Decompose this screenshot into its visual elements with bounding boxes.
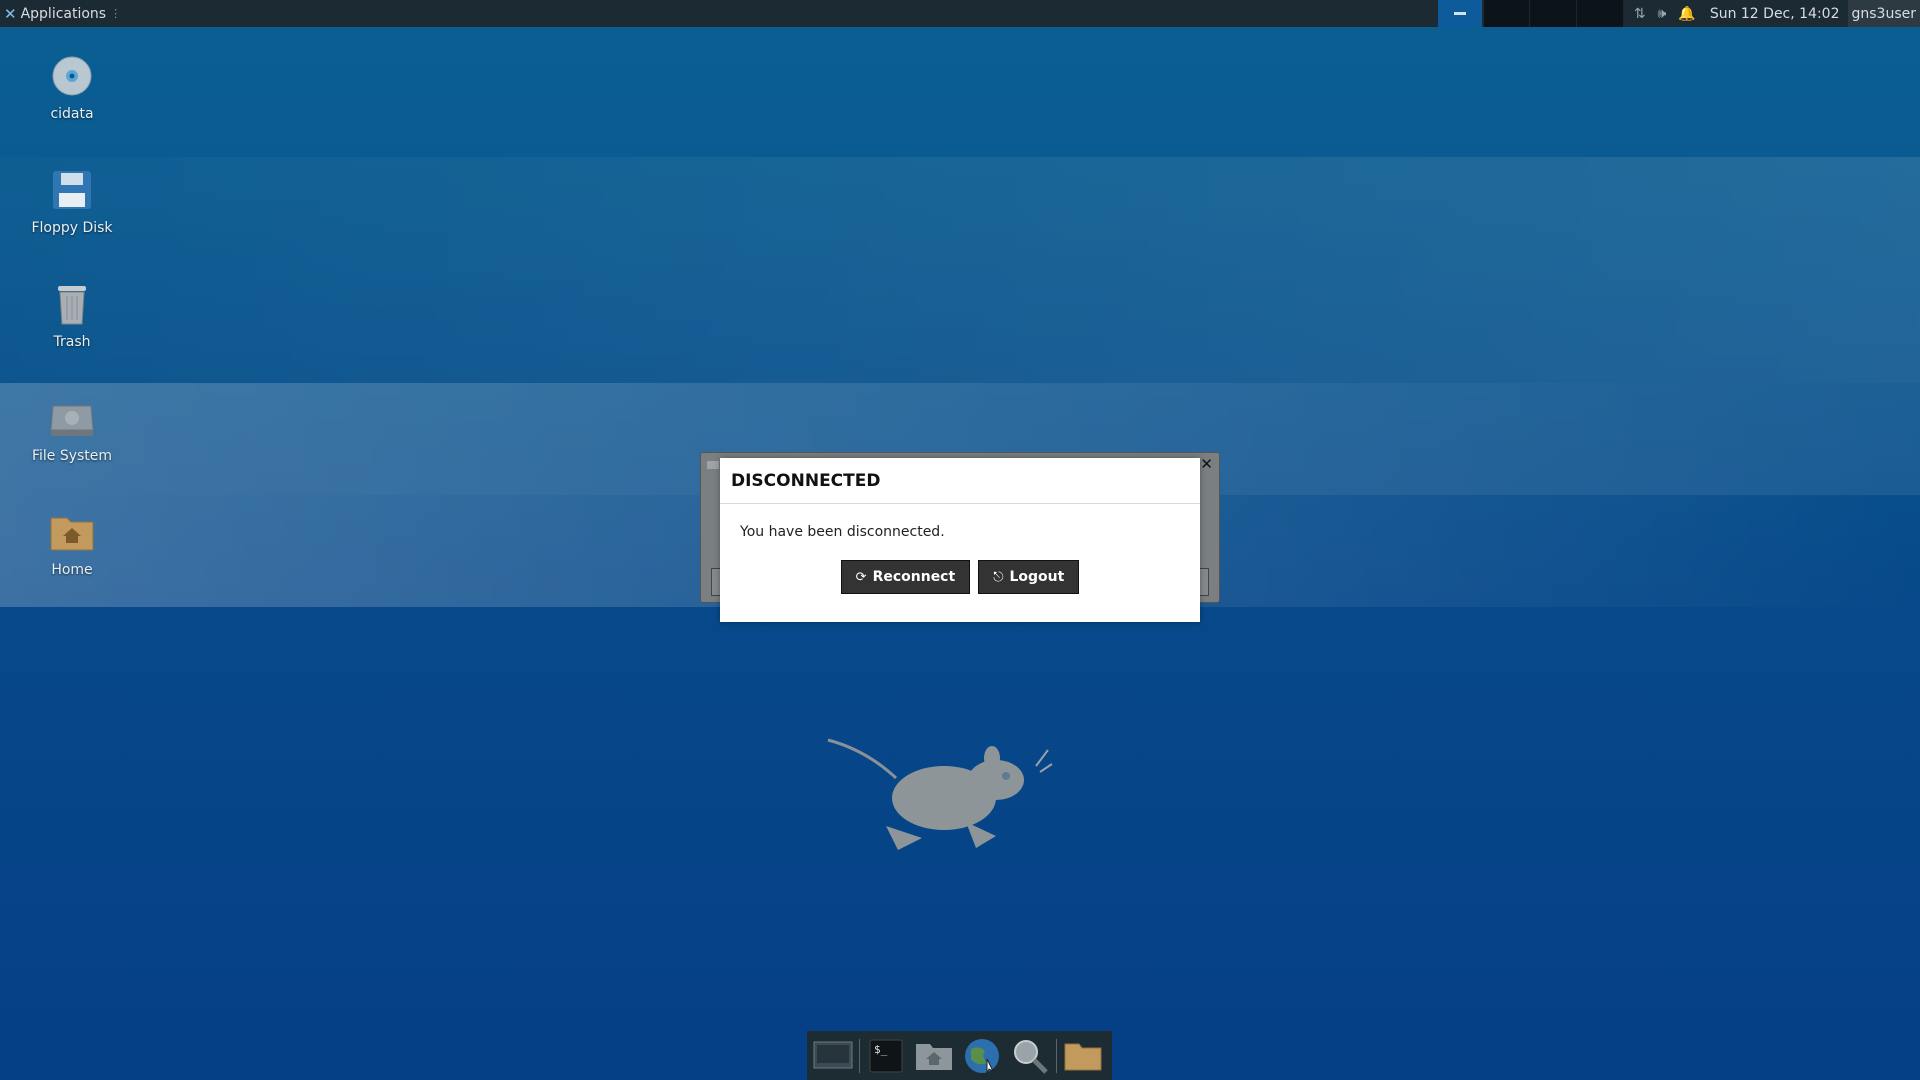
reconnect-button[interactable]: ⟳ Reconnect xyxy=(840,560,971,594)
trash-icon xyxy=(48,280,96,328)
desktop-icon-filesystem[interactable]: File System xyxy=(12,394,132,464)
window-menu-icon xyxy=(707,461,719,469)
reconnect-label: Reconnect xyxy=(872,569,956,585)
dialog-header: DISCONNECTED xyxy=(720,458,1200,504)
web-browser-icon[interactable] xyxy=(960,1034,1004,1078)
desktop-icon-trash[interactable]: Trash xyxy=(12,280,132,350)
network-icon[interactable]: ⇅ xyxy=(1634,6,1646,22)
volume-icon[interactable]: 🕪 xyxy=(1658,6,1667,22)
refresh-icon: ⟳ xyxy=(855,569,867,585)
dialog-title: DISCONNECTED xyxy=(731,470,881,491)
xfce-logo-icon: ✕ xyxy=(4,4,17,23)
folder-icon[interactable] xyxy=(1061,1034,1105,1078)
logout-label: Logout xyxy=(1009,569,1065,585)
desktop-icon-label: File System xyxy=(31,448,113,464)
desktop-icon-label: cidata xyxy=(50,106,94,122)
cd-icon xyxy=(48,52,96,100)
applications-label: Applications xyxy=(20,5,107,22)
logout-icon: ⎋ xyxy=(993,569,1004,585)
window-buttons[interactable] xyxy=(1483,0,1624,27)
system-tray: ⇅ 🕪 🔔 xyxy=(1624,6,1706,22)
panel-handle-icon: ⋮ xyxy=(110,7,121,20)
logout-button[interactable]: ⎋ Logout xyxy=(978,560,1080,594)
desktop-icon-home[interactable]: Home xyxy=(12,508,132,578)
xfce-mouse-logo xyxy=(827,738,1053,850)
close-icon[interactable]: ✕ xyxy=(1200,455,1213,473)
dock-separator xyxy=(859,1038,860,1073)
desktop-icon-floppy[interactable]: Floppy Disk xyxy=(12,166,132,236)
svg-text:$_: $_ xyxy=(874,1043,888,1056)
dialog-actions: ⟳ Reconnect ⎋ Logout xyxy=(740,560,1180,594)
desktop-icon-label: Floppy Disk xyxy=(31,220,113,236)
home-folder-icon xyxy=(48,508,96,556)
file-manager-icon[interactable] xyxy=(912,1034,956,1078)
floppy-icon xyxy=(48,166,96,214)
desktop-icon-label: Home xyxy=(51,562,93,578)
clock[interactable]: Sun 12 Dec, 14:02 xyxy=(1706,6,1848,22)
terminal-icon[interactable]: $_ xyxy=(864,1034,908,1078)
dock-separator xyxy=(1056,1038,1057,1073)
top-panel: ✕ Applications ⋮ ⇅ 🕪 🔔 Sun 12 Dec, 14:02… xyxy=(0,0,1920,27)
applications-menu[interactable]: ✕ Applications ⋮ xyxy=(0,0,124,27)
disconnected-dialog: DISCONNECTED You have been disconnected.… xyxy=(720,458,1200,622)
app-finder-icon[interactable] xyxy=(1008,1034,1052,1078)
workspace-switcher[interactable] xyxy=(1437,0,1482,27)
notification-bell-icon[interactable]: 🔔 xyxy=(1678,6,1695,22)
desktop-band xyxy=(0,157,1920,383)
show-desktop-icon[interactable] xyxy=(811,1034,855,1078)
desktop-icon-cidata[interactable]: cidata xyxy=(12,52,132,122)
dialog-message: You have been disconnected. xyxy=(740,524,945,540)
background-button xyxy=(1199,568,1209,596)
desktop-icon-label: Trash xyxy=(53,334,91,350)
user-menu[interactable]: gns3user xyxy=(1847,0,1920,27)
dialog-body: You have been disconnected. ⟳ Reconnect … xyxy=(720,504,1200,594)
bottom-dock: $_ xyxy=(807,1031,1112,1080)
harddisk-icon xyxy=(48,394,96,442)
